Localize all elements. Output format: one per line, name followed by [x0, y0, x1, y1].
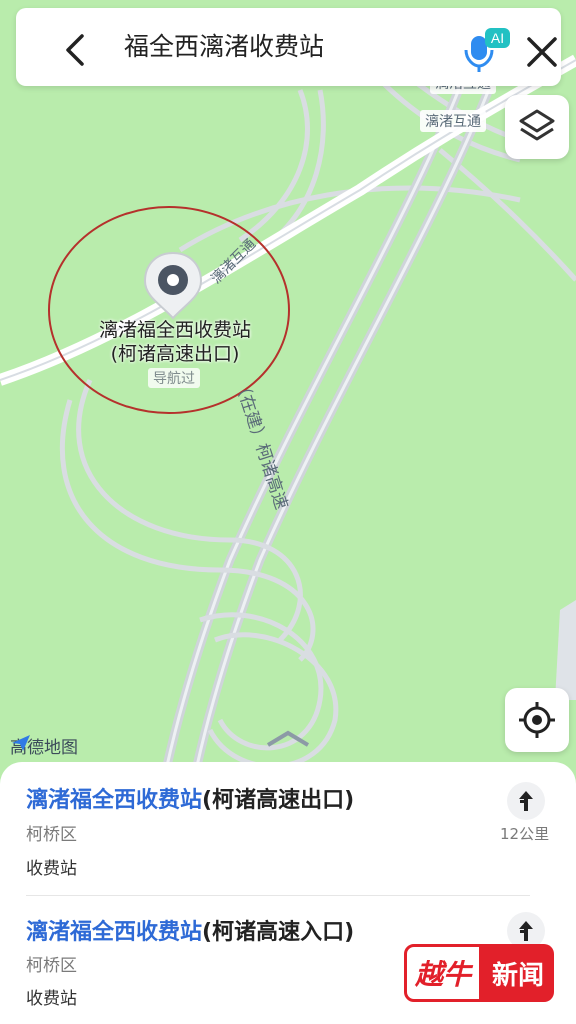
result-name: 漓渚福全西收费站(柯诸高速入口): [26, 914, 354, 946]
result-distance: 12公里: [500, 825, 550, 843]
result-type: 收费站: [26, 859, 77, 879]
poi-title-line1: 漓渚福全西收费站: [98, 319, 251, 341]
map-roads: [0, 54, 576, 800]
locate-icon: [519, 702, 555, 738]
result-name-highlight: 漓渚福全西收费站: [26, 920, 203, 945]
news-watermark: 越牛 新闻: [404, 944, 554, 1002]
map-view[interactable]: 漓渚互通 漓渚互通 漓渚互通 （在建）柯诸高速 漓渚福全西收费站 (柯诸高速出口…: [0, 0, 576, 800]
back-icon[interactable]: [56, 30, 96, 70]
result-type: 收费站: [26, 989, 77, 1009]
map-logo: 高德地图: [10, 733, 78, 758]
amap-logo-icon: [12, 735, 30, 751]
poi-nav-tag: 导航过: [148, 368, 200, 388]
route-button[interactable]: [507, 782, 545, 820]
road-label: 漓渚互通: [420, 110, 486, 132]
divider: [26, 895, 530, 896]
result-name: 漓渚福全西收费站(柯诸高速出口): [26, 782, 354, 814]
result-name-suffix: (柯诸高速出口): [202, 788, 355, 813]
result-name-suffix: (柯诸高速入口): [202, 920, 355, 945]
route-arrow-icon: [519, 791, 533, 811]
svg-text:AI: AI: [491, 30, 504, 46]
result-district: 柯桥区: [26, 825, 77, 845]
layers-icon: [519, 109, 555, 141]
result-name-highlight: 漓渚福全西收费站: [26, 788, 203, 813]
layers-button[interactable]: [505, 95, 569, 159]
poi-label[interactable]: 漓渚福全西收费站 (柯诸高速出口): [60, 318, 290, 366]
watermark-left: 越牛: [404, 944, 482, 1002]
close-icon[interactable]: [522, 32, 562, 72]
search-input[interactable]: 福全西漓渚收费站: [124, 30, 324, 64]
poi-title-line2: (柯诸高速出口): [110, 343, 240, 365]
search-bar: 福全西漓渚收费站 AI: [16, 8, 561, 86]
watermark-right: 新闻: [482, 944, 554, 1002]
result-district: 柯桥区: [26, 956, 77, 976]
ai-voice-icon[interactable]: AI: [462, 26, 512, 72]
locate-button[interactable]: [505, 688, 569, 752]
